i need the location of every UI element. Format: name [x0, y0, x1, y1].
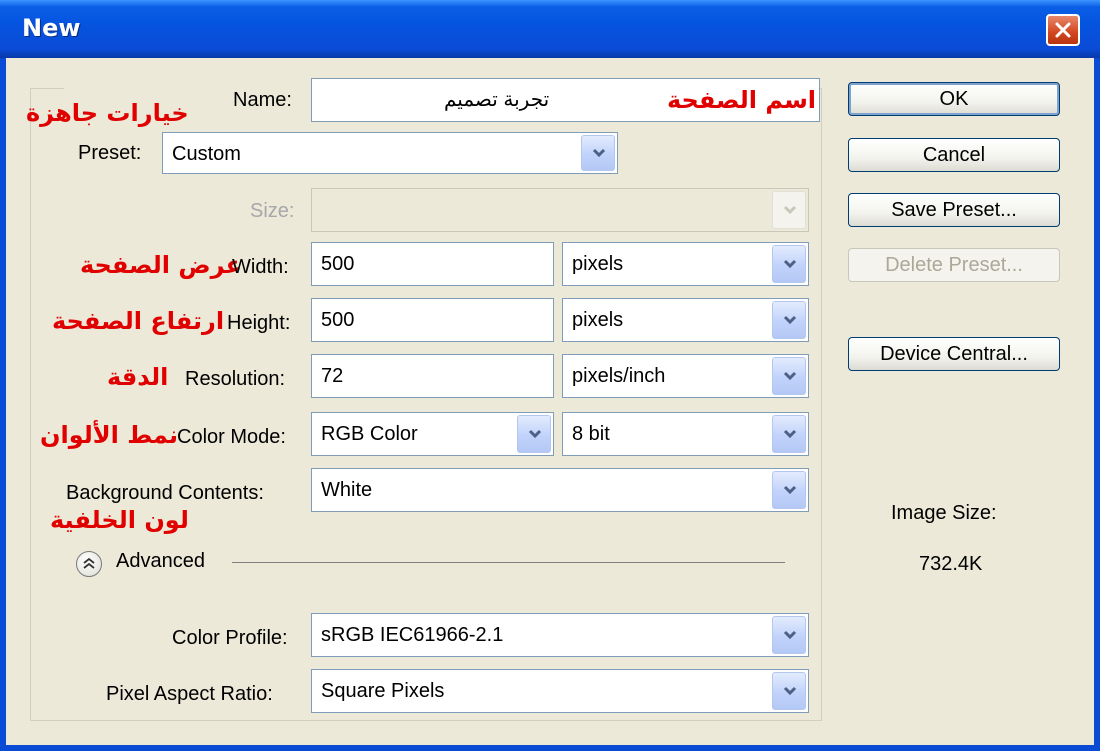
size-dropdown-button [772, 191, 806, 229]
device-central-button[interactable]: Device Central... [848, 337, 1060, 371]
advanced-separator [232, 562, 785, 563]
color-profile-select[interactable]: sRGB IEC61966-2.1 [311, 613, 809, 657]
preset-annotation: خيارات جاهزة [26, 99, 189, 127]
background-label: Background Contents: [66, 482, 264, 504]
close-button[interactable] [1046, 14, 1080, 46]
height-unit-dropdown-button[interactable] [772, 301, 806, 339]
pixel-aspect-select[interactable]: Square Pixels [311, 669, 809, 713]
height-value: 500 [321, 309, 355, 331]
bit-depth-value: 8 bit [572, 423, 610, 445]
resolution-input[interactable]: 72 [311, 354, 554, 398]
width-unit-value: pixels [572, 253, 624, 275]
chevron-down-icon [783, 429, 797, 439]
width-unit-dropdown-button[interactable] [772, 245, 806, 283]
chevron-down-icon [528, 429, 542, 439]
pixel-aspect-label: Pixel Aspect Ratio: [106, 683, 273, 705]
save-preset-button[interactable]: Save Preset... [848, 193, 1060, 227]
pixel-aspect-value: Square Pixels [321, 680, 445, 702]
chevron-down-icon [592, 148, 606, 158]
background-value: White [321, 479, 373, 501]
chevron-up-double-icon [83, 557, 95, 569]
size-select [311, 188, 809, 232]
color-profile-dropdown-button[interactable] [772, 616, 806, 654]
image-size-value: 732.4K [919, 553, 983, 575]
color-profile-value: sRGB IEC61966-2.1 [321, 624, 504, 646]
bit-depth-select[interactable]: 8 bit [562, 412, 809, 456]
close-icon [1055, 22, 1071, 38]
background-select[interactable]: White [311, 468, 809, 512]
preset-label: Preset: [78, 142, 142, 164]
advanced-label: Advanced [116, 550, 205, 572]
color-mode-annotation: نمط الألوان [40, 421, 179, 449]
chevron-down-icon [783, 371, 797, 381]
image-size-label: Image Size: [891, 502, 997, 524]
advanced-toggle[interactable] [76, 551, 102, 577]
height-unit-select[interactable]: pixels [562, 298, 809, 342]
name-annotation: اسم الصفحة [667, 86, 817, 114]
resolution-value: 72 [321, 365, 344, 387]
color-profile-label: Color Profile: [172, 627, 288, 649]
pixel-aspect-dropdown-button[interactable] [772, 672, 806, 710]
window-title: New [22, 14, 81, 42]
background-dropdown-button[interactable] [772, 471, 806, 509]
width-annotation: عرض الصفحة [80, 251, 242, 279]
resolution-unit-value: pixels/inch [572, 365, 666, 387]
width-value: 500 [321, 253, 355, 275]
bit-depth-dropdown-button[interactable] [772, 415, 806, 453]
resolution-unit-dropdown-button[interactable] [772, 357, 806, 395]
name-label: Name: [233, 89, 292, 111]
background-annotation: لون الخلفية [50, 506, 189, 534]
height-unit-value: pixels [572, 309, 624, 331]
height-input[interactable]: 500 [311, 298, 554, 342]
resolution-unit-select[interactable]: pixels/inch [562, 354, 809, 398]
size-label: Size: [250, 200, 295, 222]
resolution-label: Resolution: [185, 368, 286, 390]
ok-button[interactable]: OK [848, 82, 1060, 116]
delete-preset-button: Delete Preset... [848, 248, 1060, 282]
chevron-down-icon [783, 205, 797, 215]
chevron-down-icon [783, 630, 797, 640]
chevron-down-icon [783, 485, 797, 495]
color-mode-dropdown-button[interactable] [517, 415, 551, 453]
chevron-down-icon [783, 259, 797, 269]
preset-select[interactable]: Custom [162, 132, 618, 174]
resolution-annotation: الدقة [107, 363, 169, 391]
height-annotation: ارتفاع الصفحة [52, 307, 225, 335]
color-mode-select[interactable]: RGB Color [311, 412, 554, 456]
chevron-down-icon [783, 686, 797, 696]
width-input[interactable]: 500 [311, 242, 554, 286]
cancel-button[interactable]: Cancel [848, 138, 1060, 172]
color-mode-value: RGB Color [321, 423, 418, 445]
color-mode-label: Color Mode: [177, 426, 286, 448]
width-unit-select[interactable]: pixels [562, 242, 809, 286]
height-label: Height: [227, 312, 291, 334]
width-label: Width: [232, 256, 289, 278]
title-bar[interactable]: New [0, 0, 1100, 58]
preset-value: Custom [172, 143, 241, 165]
chevron-down-icon [783, 315, 797, 325]
name-value: تجربة تصميم [444, 89, 550, 111]
preset-dropdown-button[interactable] [581, 135, 615, 171]
